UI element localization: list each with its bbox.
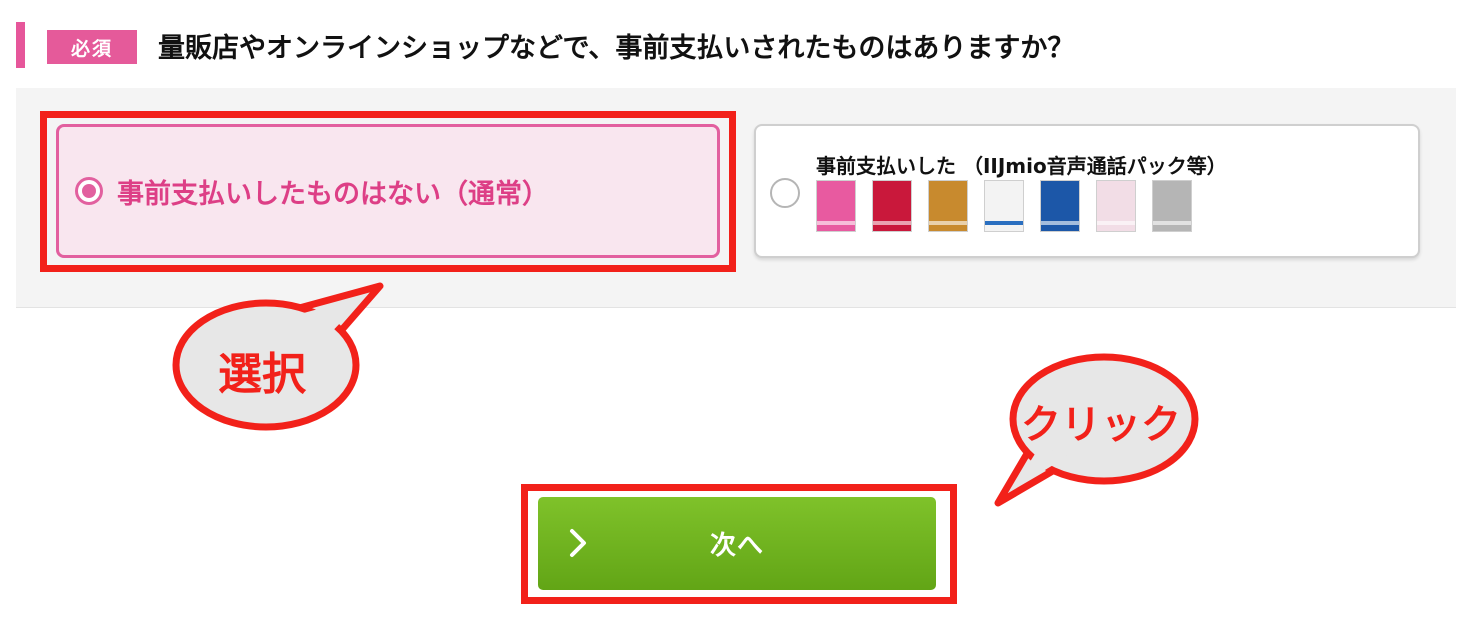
next-button[interactable]: 次へ <box>538 497 936 590</box>
click-annotation-label: クリック <box>1021 402 1181 448</box>
next-button-label: 次へ <box>709 531 764 561</box>
chevron-right-icon <box>570 529 586 557</box>
select-annotation-label: 選択 <box>218 349 306 400</box>
